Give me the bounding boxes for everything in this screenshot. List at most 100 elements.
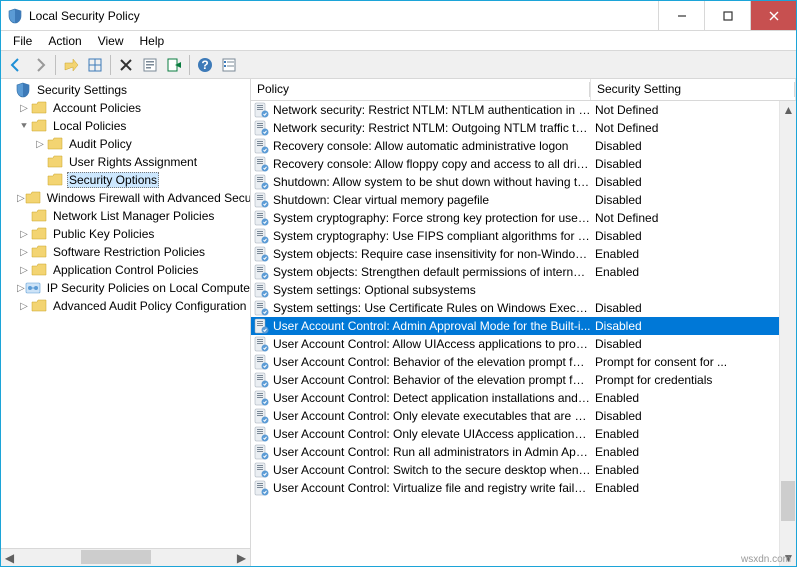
expander-icon[interactable]: ▷ <box>17 247 31 258</box>
policy-setting: Disabled <box>591 409 796 423</box>
expander-icon[interactable]: ▷ <box>17 103 31 114</box>
list-row[interactable]: Recovery console: Allow floppy copy and … <box>251 155 796 173</box>
policy-setting: Not Defined <box>591 211 796 225</box>
column-header-policy[interactable]: Policy <box>251 79 591 100</box>
policy-icon <box>253 102 269 118</box>
column-header-setting[interactable]: Security Setting <box>591 79 796 100</box>
expander-icon[interactable]: ⯆ <box>17 121 31 132</box>
menu-help[interactable]: Help <box>132 32 173 50</box>
expander-icon[interactable]: ▷ <box>17 283 25 294</box>
policy-icon <box>253 372 269 388</box>
list-pane: Policy Security Setting Network security… <box>251 79 796 566</box>
menu-action[interactable]: Action <box>40 32 89 50</box>
tree-item[interactable]: ▷Windows Firewall with Advanced Secu <box>1 189 250 207</box>
list-row[interactable]: Recovery console: Allow automatic admini… <box>251 137 796 155</box>
tree-item[interactable]: ▷Software Restriction Policies <box>1 243 250 261</box>
list-row[interactable]: Network security: Restrict NTLM: NTLM au… <box>251 101 796 119</box>
expander-icon[interactable]: ▷ <box>17 229 31 240</box>
list-row[interactable]: User Account Control: Virtualize file an… <box>251 479 796 497</box>
tree-pane: Security Settings▷Account Policies⯆Local… <box>1 79 251 566</box>
delete-button[interactable] <box>115 54 137 76</box>
tree-label: IP Security Policies on Local Compute <box>45 281 250 295</box>
close-button[interactable] <box>750 1 796 30</box>
minimize-button[interactable] <box>658 1 704 30</box>
ipsec-icon <box>25 280 41 296</box>
list-row[interactable]: System objects: Require case insensitivi… <box>251 245 796 263</box>
policy-icon <box>253 120 269 136</box>
menu-view[interactable]: View <box>90 32 132 50</box>
folder-icon <box>31 100 47 116</box>
expander-icon[interactable]: ▷ <box>17 265 31 276</box>
tree-item[interactable]: ▷Advanced Audit Policy Configuration <box>1 297 250 315</box>
list-vertical-scrollbar[interactable]: ▲ ▼ <box>779 101 796 566</box>
tree-horizontal-scrollbar[interactable]: ◀ ▶ <box>1 548 250 566</box>
tree-item[interactable]: Network List Manager Policies <box>1 207 250 225</box>
tree-item[interactable]: ⯆Local Policies <box>1 117 250 135</box>
up-button[interactable] <box>60 54 82 76</box>
toolbar-separator <box>110 55 111 75</box>
scroll-thumb[interactable] <box>81 550 151 564</box>
scroll-left-icon[interactable]: ◀ <box>1 549 18 566</box>
policy-icon <box>253 228 269 244</box>
tree-root[interactable]: Security Settings <box>1 81 250 99</box>
list-row[interactable]: System settings: Optional subsystems <box>251 281 796 299</box>
list-row[interactable]: User Account Control: Allow UIAccess app… <box>251 335 796 353</box>
menu-file[interactable]: File <box>5 32 40 50</box>
list-row[interactable]: System objects: Strengthen default permi… <box>251 263 796 281</box>
policy-name: System settings: Use Certificate Rules o… <box>273 301 591 315</box>
list-row[interactable]: User Account Control: Run all administra… <box>251 443 796 461</box>
list-row[interactable]: User Account Control: Only elevate execu… <box>251 407 796 425</box>
policy-setting: Enabled <box>591 391 796 405</box>
expander-icon[interactable]: ▷ <box>17 301 31 312</box>
tree-item[interactable]: ▷Audit Policy <box>1 135 250 153</box>
expander-icon[interactable]: ▷ <box>17 193 25 204</box>
policy-setting: Prompt for credentials <box>591 373 796 387</box>
tree-item[interactable]: ▷ Application Control Policies <box>1 261 250 279</box>
policy-icon <box>253 390 269 406</box>
scroll-right-icon[interactable]: ▶ <box>233 549 250 566</box>
tree-item[interactable]: ▷Public Key Policies <box>1 225 250 243</box>
list-row[interactable]: User Account Control: Admin Approval Mod… <box>251 317 796 335</box>
tree-item[interactable]: ▷ IP Security Policies on Local Compute <box>1 279 250 297</box>
folder-icon <box>31 298 47 314</box>
tree-item[interactable]: User Rights Assignment <box>1 153 250 171</box>
list-row[interactable]: Shutdown: Allow system to be shut down w… <box>251 173 796 191</box>
list-row[interactable]: Network security: Restrict NTLM: Outgoin… <box>251 119 796 137</box>
forward-button[interactable] <box>29 54 51 76</box>
policy-name: System objects: Require case insensitivi… <box>273 247 591 261</box>
tree-item[interactable]: Security Options <box>1 171 250 189</box>
tasks-button[interactable] <box>218 54 240 76</box>
list-row[interactable]: System cryptography: Use FIPS compliant … <box>251 227 796 245</box>
policy-setting: Disabled <box>591 139 796 153</box>
policy-name: System cryptography: Force strong key pr… <box>273 211 591 225</box>
properties-button[interactable] <box>139 54 161 76</box>
list-body[interactable]: Network security: Restrict NTLM: NTLM au… <box>251 101 796 566</box>
policy-name: User Account Control: Detect application… <box>273 391 591 405</box>
tree-body[interactable]: Security Settings▷Account Policies⯆Local… <box>1 79 250 548</box>
scroll-up-icon[interactable]: ▲ <box>780 101 797 118</box>
list-row[interactable]: User Account Control: Behavior of the el… <box>251 371 796 389</box>
list-row[interactable]: System cryptography: Force strong key pr… <box>251 209 796 227</box>
back-button[interactable] <box>5 54 27 76</box>
export-list-button[interactable] <box>163 54 185 76</box>
maximize-button[interactable] <box>704 1 750 30</box>
policy-setting: Enabled <box>591 427 796 441</box>
policy-setting: Prompt for consent for ... <box>591 355 796 369</box>
expander-icon[interactable]: ▷ <box>33 139 47 150</box>
policy-setting: Disabled <box>591 193 796 207</box>
scroll-thumb[interactable] <box>781 481 795 521</box>
toolbar-separator <box>189 55 190 75</box>
list-row[interactable]: Shutdown: Clear virtual memory pagefileD… <box>251 191 796 209</box>
policy-icon <box>253 192 269 208</box>
list-row[interactable]: System settings: Use Certificate Rules o… <box>251 299 796 317</box>
tree-label: Application Control Policies <box>51 263 200 277</box>
list-row[interactable]: User Account Control: Only elevate UIAcc… <box>251 425 796 443</box>
tree-item[interactable]: ▷Account Policies <box>1 99 250 117</box>
help-button[interactable] <box>194 54 216 76</box>
toolbar <box>1 51 796 79</box>
list-row[interactable]: User Account Control: Switch to the secu… <box>251 461 796 479</box>
list-row[interactable]: User Account Control: Behavior of the el… <box>251 353 796 371</box>
show-hide-tree-button[interactable] <box>84 54 106 76</box>
list-row[interactable]: User Account Control: Detect application… <box>251 389 796 407</box>
folder-icon <box>31 244 47 260</box>
